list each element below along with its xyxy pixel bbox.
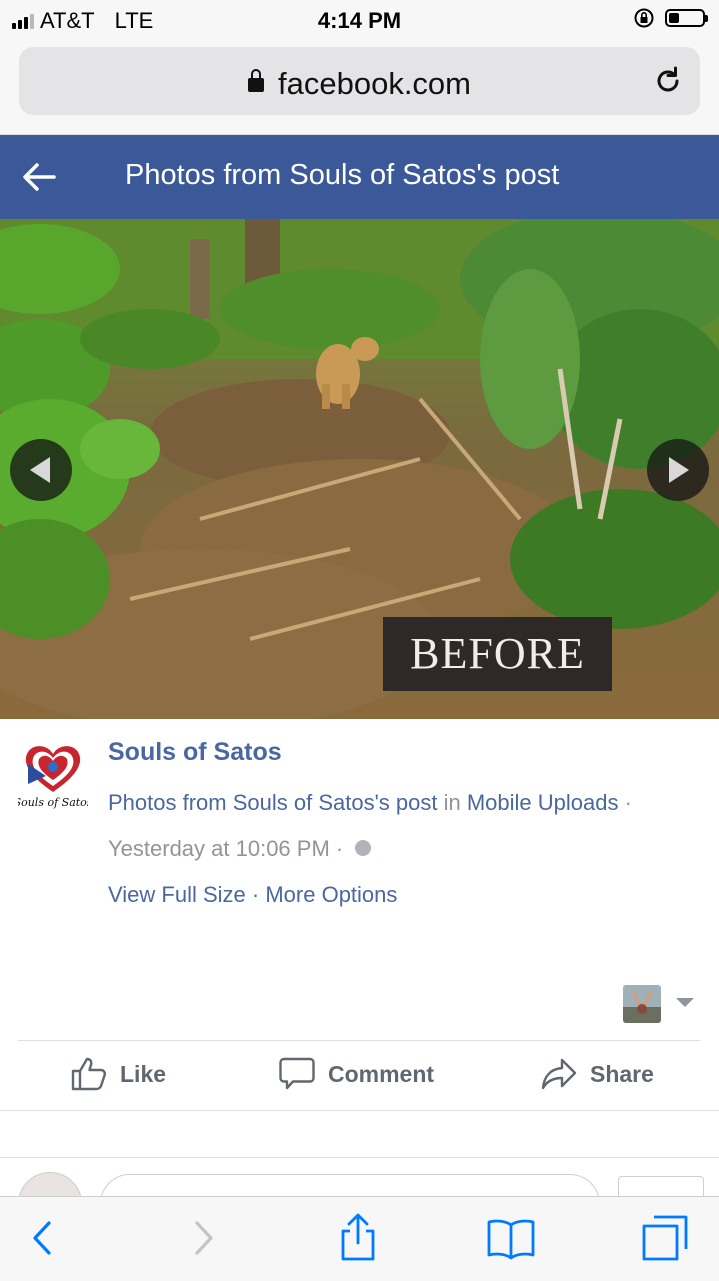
post-source: Photos from Souls of Satos's post in Mob…	[108, 790, 632, 816]
page-header: Photos from Souls of Satos's post	[0, 135, 719, 219]
lock-icon	[248, 69, 264, 92]
separator: ·	[335, 836, 344, 861]
status-time: 4:14 PM	[317, 8, 402, 33]
page-title: Photos from Souls of Satos's post	[125, 159, 560, 191]
divider	[18, 1040, 700, 1041]
address-bar[interactable]: facebook.com	[19, 47, 700, 115]
page-avatar[interactable]: Souls of Satos	[18, 740, 88, 810]
prev-photo-button[interactable]	[10, 439, 72, 501]
source-in-text: in	[443, 790, 461, 815]
comment-button[interactable]: Comment	[278, 1056, 434, 1092]
tabs-icon[interactable]	[640, 1213, 690, 1263]
page-name-link[interactable]: Souls of Satos	[108, 738, 282, 767]
like-button[interactable]: Like	[70, 1056, 166, 1092]
next-photo-button[interactable]	[647, 439, 709, 501]
divider	[0, 1157, 719, 1158]
battery-icon	[665, 9, 708, 27]
back-arrow-icon[interactable]	[20, 159, 58, 195]
post-photo[interactable]: BEFORE	[0, 219, 719, 719]
back-icon[interactable]	[18, 1213, 68, 1263]
browser-toolbar	[0, 1196, 719, 1281]
post-source-link[interactable]: Photos from Souls of Satos's post	[108, 790, 437, 815]
album-link[interactable]: Mobile Uploads	[467, 790, 619, 815]
user-avatar-icon[interactable]	[623, 985, 661, 1023]
forward-icon[interactable]	[178, 1213, 228, 1263]
share-icon[interactable]	[333, 1213, 383, 1263]
post-timestamp[interactable]: Yesterday at 10:06 PM	[108, 836, 330, 861]
svg-text:Souls of Satos: Souls of Satos	[18, 796, 88, 809]
post-meta: Yesterday at 10:06 PM ·	[108, 836, 372, 862]
before-label: BEFORE	[383, 617, 612, 691]
share-arrow-icon	[541, 1058, 577, 1090]
browser-chrome: facebook.com	[0, 40, 719, 135]
chevron-down-icon[interactable]	[676, 998, 694, 1007]
status-bar: AT&T LTE 4:14 PM	[0, 0, 719, 40]
comment-label: Comment	[328, 1060, 435, 1087]
separator: ·	[251, 882, 260, 907]
url-text[interactable]: facebook.com	[278, 66, 471, 101]
bookmarks-icon[interactable]	[486, 1213, 536, 1263]
comment-icon	[279, 1057, 315, 1090]
globe-icon	[355, 840, 372, 857]
more-options-link[interactable]: More Options	[265, 882, 397, 907]
next-photo-icon	[669, 457, 689, 483]
divider	[0, 1110, 719, 1111]
share-button[interactable]: Share	[540, 1056, 654, 1092]
thumbs-up-icon	[71, 1057, 106, 1091]
separator: ·	[624, 790, 632, 815]
reload-icon[interactable]	[652, 65, 684, 97]
prev-photo-icon	[30, 457, 50, 483]
view-full-size-link[interactable]: View Full Size	[108, 882, 246, 907]
rotation-lock-icon	[634, 8, 654, 28]
photo-options: View Full Size · More Options	[108, 882, 397, 908]
action-bar: Like Comment Share	[0, 1042, 719, 1108]
like-label: Like	[120, 1060, 167, 1087]
share-label: Share	[590, 1060, 654, 1087]
status-right	[633, 7, 708, 29]
